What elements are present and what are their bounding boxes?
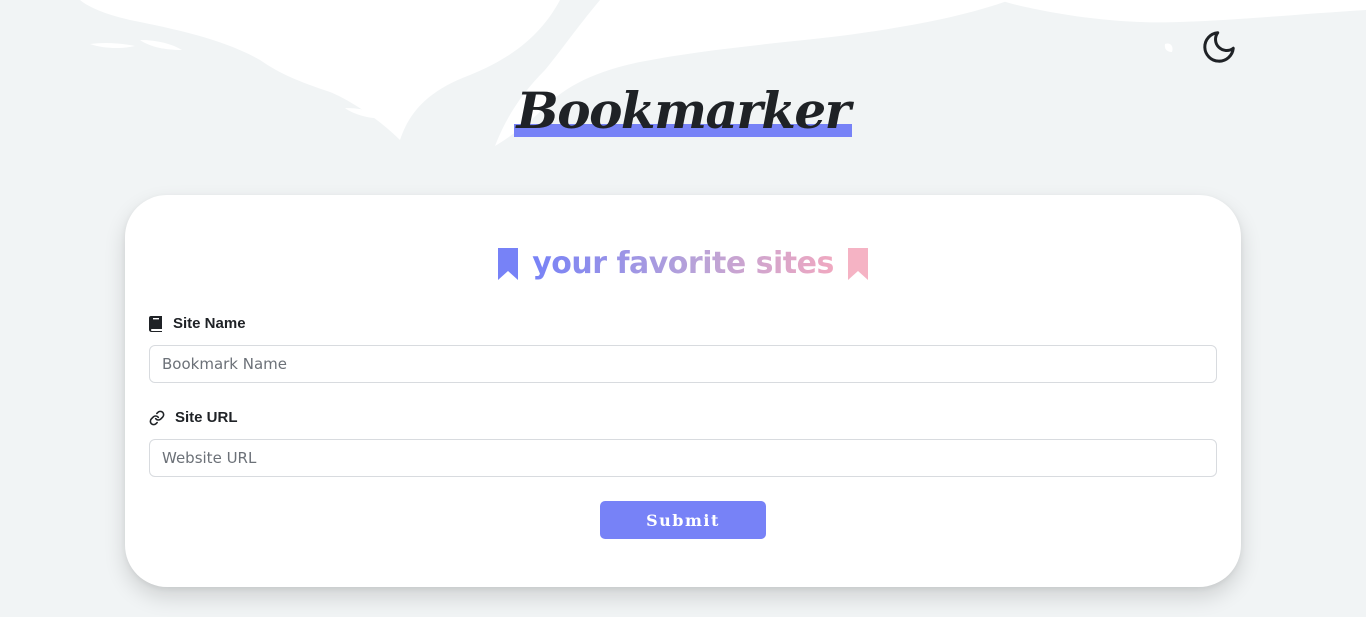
brand-header: Bookmarker [0, 80, 1366, 143]
theme-toggle-button[interactable] [1198, 26, 1240, 68]
link-icon [149, 410, 165, 425]
submit-button[interactable]: Submit [600, 501, 766, 539]
site-url-label: Site URL [149, 409, 238, 426]
form-heading: your favorite sites [125, 245, 1241, 283]
site-name-label-text: Site Name [173, 315, 246, 332]
form-heading-text: your favorite sites [532, 246, 834, 281]
brand-title-wrapper: Bookmarker [514, 80, 852, 143]
site-name-input[interactable] [149, 345, 1217, 383]
page: Bookmarker your favorite sites Site Name [0, 0, 1366, 617]
moon-icon [1203, 31, 1235, 63]
bookmark-icon [847, 248, 868, 280]
site-url-label-text: Site URL [175, 409, 238, 426]
site-url-input[interactable] [149, 439, 1217, 477]
brand-title: Bookmarker [516, 81, 851, 140]
book-icon [149, 315, 162, 332]
site-name-label: Site Name [149, 315, 246, 332]
bookmark-icon [498, 248, 519, 280]
bookmark-form-card: your favorite sites Site Name Site URL S… [125, 195, 1241, 587]
